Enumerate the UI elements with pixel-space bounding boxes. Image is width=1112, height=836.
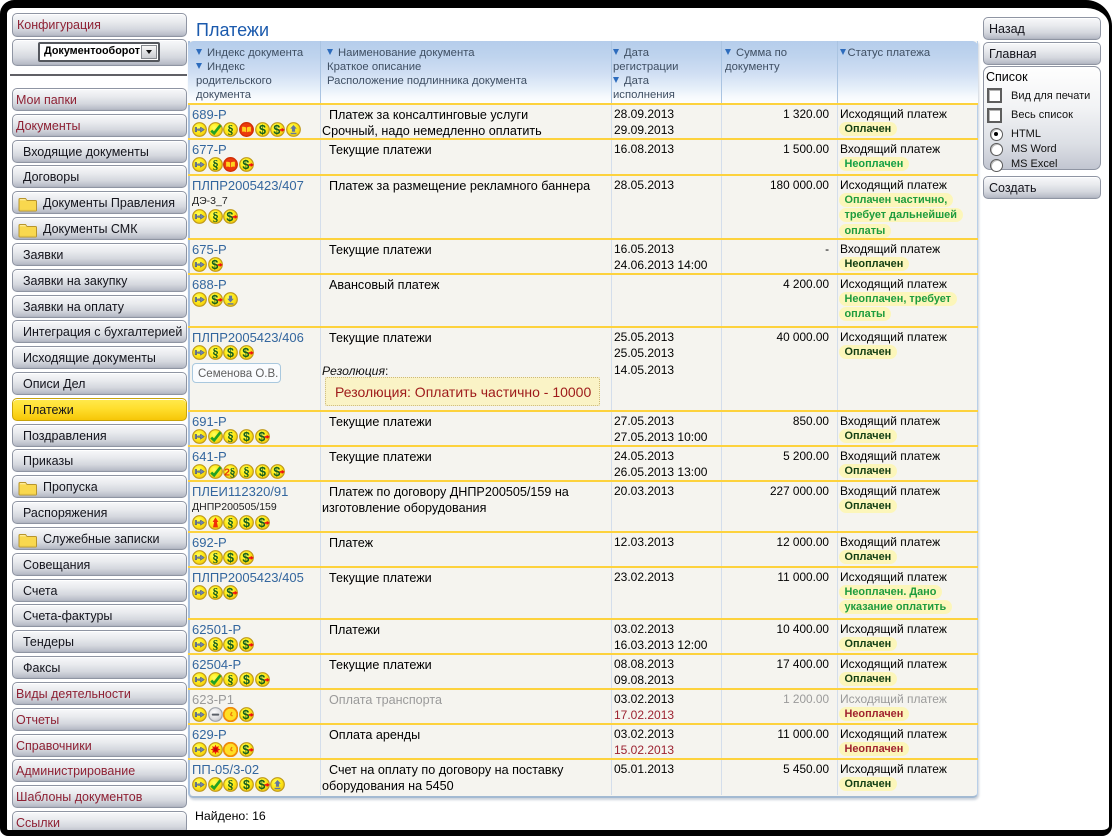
svg-text:$: $ [227,210,234,224]
svg-text:§: § [212,585,219,600]
svg-text:$: $ [274,465,281,479]
svg-text:$: $ [259,465,266,479]
svg-text:$: $ [258,673,265,687]
svg-text:§: § [212,157,219,172]
svg-text:§: § [212,550,219,565]
svg-text:$: $ [242,551,249,565]
svg-text:$: $ [259,123,266,137]
svg-text:$: $ [242,346,249,360]
svg-text:$: $ [242,708,249,722]
svg-text:§: § [230,465,236,479]
svg-text:$: $ [227,346,234,360]
svg-text:$: $ [243,516,250,530]
svg-text:§: § [212,209,219,224]
svg-text:$: $ [258,430,265,444]
svg-text:§: § [228,122,235,137]
svg-text:$: $ [227,586,234,600]
svg-text:$: $ [211,293,218,307]
svg-text:§: § [228,777,235,792]
svg-text:§: § [212,345,219,360]
svg-text:§: § [243,464,250,479]
svg-text:§: § [228,429,235,444]
svg-text:$: $ [258,778,265,792]
svg-text:$: $ [243,430,250,444]
svg-text:$: $ [242,638,249,652]
svg-text:$: $ [227,551,234,565]
svg-text:§: § [212,637,219,652]
svg-text:$: $ [258,516,265,530]
svg-text:$: $ [243,778,250,792]
svg-text:$: $ [242,158,249,172]
svg-text:$: $ [242,743,249,757]
svg-text:$: $ [211,258,218,272]
svg-text:§: § [228,672,235,687]
svg-text:$: $ [227,638,234,652]
svg-text:$: $ [274,123,281,137]
svg-text:$: $ [243,673,250,687]
svg-text:§: § [228,515,235,530]
